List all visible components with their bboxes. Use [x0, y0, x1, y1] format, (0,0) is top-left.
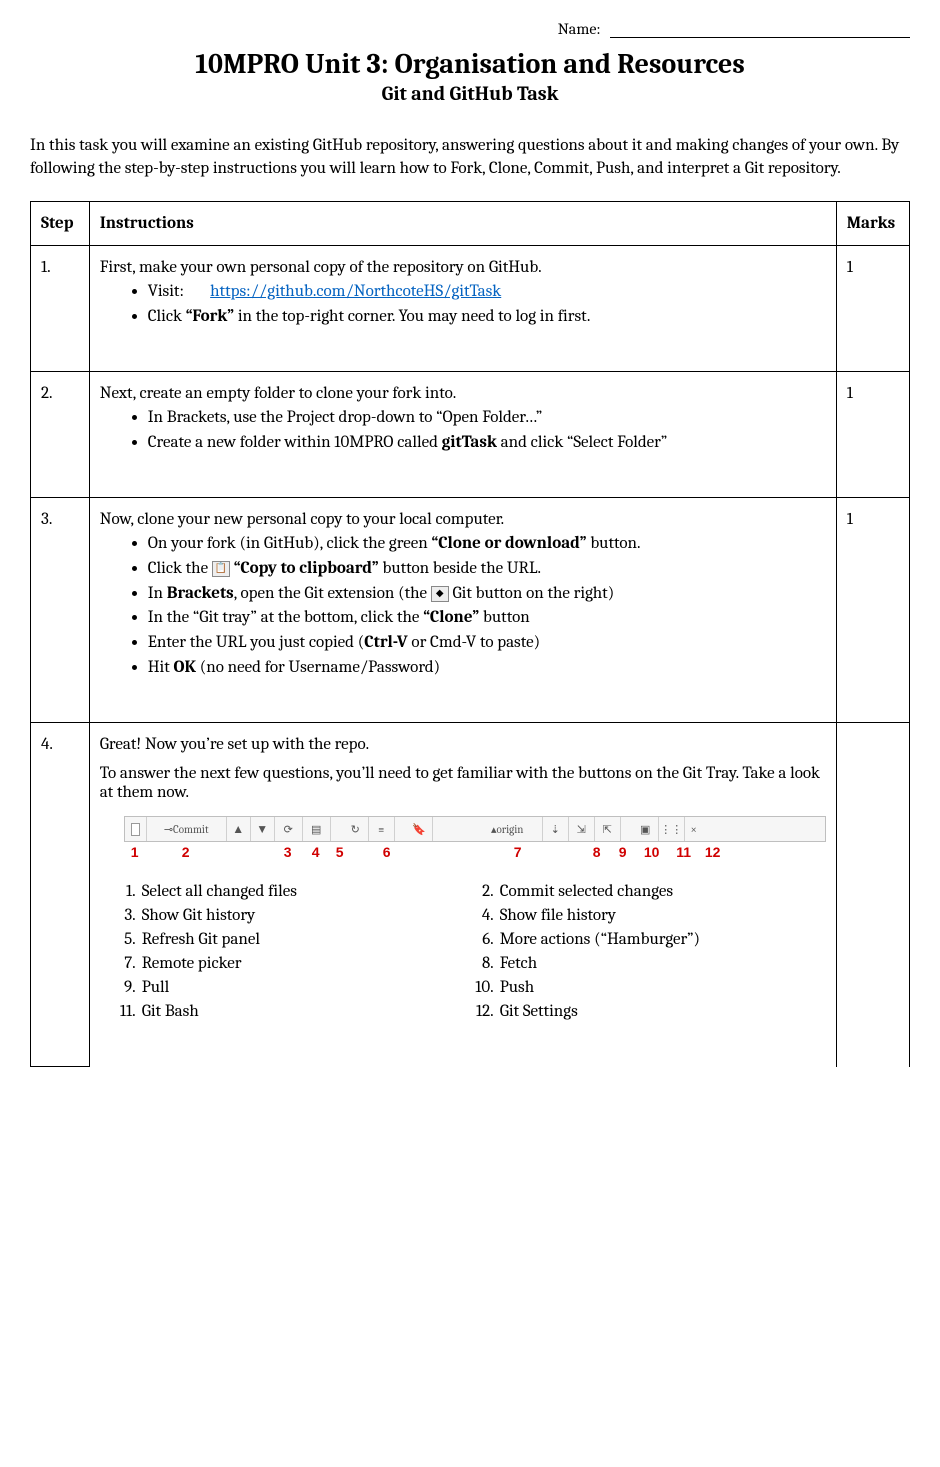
- list-item: Click the 📋 “Copy to clipboard” button b…: [148, 558, 826, 581]
- intro-paragraph: In this task you will examine an existin…: [30, 135, 910, 181]
- step-instructions: Great! Now you’re set up with the repo. …: [89, 723, 836, 1067]
- tray-number-labels: 1 2 3 4 5 6 7 8 9 10 11 12: [124, 844, 824, 860]
- git-icon: ◆: [431, 586, 449, 602]
- step-instructions: First, make your own personal copy of th…: [89, 245, 836, 371]
- legend-item: 3.Show Git history: [110, 905, 468, 928]
- legend-item: 12.Git Settings: [468, 1001, 826, 1024]
- legend-item: 1.Select all changed files: [110, 881, 468, 904]
- step-number: 4.: [31, 723, 90, 1067]
- tray-tag-icon[interactable]: 🔖: [407, 817, 433, 841]
- col-header-marks: Marks: [836, 201, 909, 245]
- tray-file-history-icon[interactable]: ▤: [303, 817, 331, 841]
- tray-push-icon[interactable]: ⇱: [595, 817, 621, 841]
- table-row: 1. First, make your own personal copy of…: [31, 245, 910, 371]
- list-item: On your fork (in GitHub), click the gree…: [148, 533, 826, 556]
- git-tray-toolbar: ⊸ Commit ▲ ▼ ⟳ ▤ ↻ ≡ 🔖 ▴ origin ⇣ ⇲: [124, 816, 826, 842]
- tray-commit-button[interactable]: ⊸ Commit: [147, 817, 227, 841]
- legend-item: 5.Refresh Git panel: [110, 929, 468, 952]
- list-item: Create a new folder within 10MPRO called…: [148, 432, 826, 455]
- legend-item: 11.Git Bash: [110, 1001, 468, 1024]
- step-lead: Now, clone your new personal copy to you…: [100, 510, 505, 529]
- legend-item: 7.Remote picker: [110, 953, 468, 976]
- tray-select-all[interactable]: [125, 817, 147, 841]
- step-number: 2.: [31, 371, 90, 497]
- step-number: 1.: [31, 245, 90, 371]
- list-item: Visit: https://github.com/NorthcoteHS/gi…: [148, 281, 826, 304]
- list-item: Click “Fork” in the top-right corner. Yo…: [148, 306, 826, 329]
- row4-p1: Great! Now you’re set up with the repo.: [100, 735, 826, 754]
- tray-remote-picker[interactable]: ▴ origin: [473, 817, 543, 841]
- legend-item: 6.More actions (“Hamburger”): [468, 929, 826, 952]
- tray-hamburger-icon[interactable]: ≡: [369, 817, 395, 841]
- name-label: Name:: [558, 20, 601, 38]
- step-instructions: Now, clone your new personal copy to you…: [89, 497, 836, 723]
- legend-item: 8.Fetch: [468, 953, 826, 976]
- col-header-instructions: Instructions: [89, 201, 836, 245]
- step-marks: 1: [836, 245, 909, 371]
- tray-legend: 1.Select all changed files 3.Show Git hi…: [110, 880, 826, 1025]
- step-lead: Next, create an empty folder to clone yo…: [100, 384, 457, 403]
- tray-down-icon[interactable]: ▼: [251, 817, 275, 841]
- table-row: 3. Now, clone your new personal copy to …: [31, 497, 910, 723]
- name-field-row: Name:: [30, 20, 910, 38]
- step-instructions: Next, create an empty folder to clone yo…: [89, 371, 836, 497]
- page-title: 10MPRO Unit 3: Organisation and Resource…: [30, 48, 910, 80]
- tray-up-icon[interactable]: ▲: [227, 817, 251, 841]
- repo-link[interactable]: https://github.com/NorthcoteHS/gitTask: [210, 282, 501, 301]
- page-subtitle: Git and GitHub Task: [30, 82, 910, 105]
- list-item: Hit OK (no need for Username/Password): [148, 657, 826, 680]
- list-item: In the “Git tray” at the bottom, click t…: [148, 607, 826, 630]
- tray-settings-icon[interactable]: ⋮⋮: [659, 817, 685, 841]
- list-item: In Brackets, open the Git extension (the…: [148, 583, 826, 606]
- tray-refresh-icon[interactable]: ↻: [343, 817, 369, 841]
- step-number: 3.: [31, 497, 90, 723]
- tray-close-icon[interactable]: ×: [685, 817, 703, 841]
- legend-item: 2.Commit selected changes: [468, 881, 826, 904]
- legend-item: 4.Show file history: [468, 905, 826, 928]
- step-marks: 1: [836, 497, 909, 723]
- row4-p2: To answer the next few questions, you’ll…: [100, 764, 826, 802]
- legend-item: 9.Pull: [110, 977, 468, 1000]
- list-item: Enter the URL you just copied (Ctrl-V or…: [148, 632, 826, 655]
- legend-item: 10.Push: [468, 977, 826, 1000]
- clipboard-icon: 📋: [212, 561, 230, 577]
- git-tray-image: ⊸ Commit ▲ ▼ ⟳ ▤ ↻ ≡ 🔖 ▴ origin ⇣ ⇲: [124, 816, 826, 860]
- tray-bash-icon[interactable]: ▣: [633, 817, 659, 841]
- step-marks: 1: [836, 371, 909, 497]
- table-row: 2. Next, create an empty folder to clone…: [31, 371, 910, 497]
- tray-fetch-icon[interactable]: ⇣: [543, 817, 569, 841]
- col-header-step: Step: [31, 201, 90, 245]
- list-item: In Brackets, use the Project drop-down t…: [148, 407, 826, 430]
- name-input-line[interactable]: [610, 37, 910, 38]
- tray-pull-icon[interactable]: ⇲: [569, 817, 595, 841]
- tray-history-icon[interactable]: ⟳: [275, 817, 303, 841]
- step-marks: [836, 723, 909, 1067]
- instructions-table: Step Instructions Marks 1. First, make y…: [30, 201, 910, 1068]
- step-lead: First, make your own personal copy of th…: [100, 258, 542, 277]
- table-row: 4. Great! Now you’re set up with the rep…: [31, 723, 910, 1067]
